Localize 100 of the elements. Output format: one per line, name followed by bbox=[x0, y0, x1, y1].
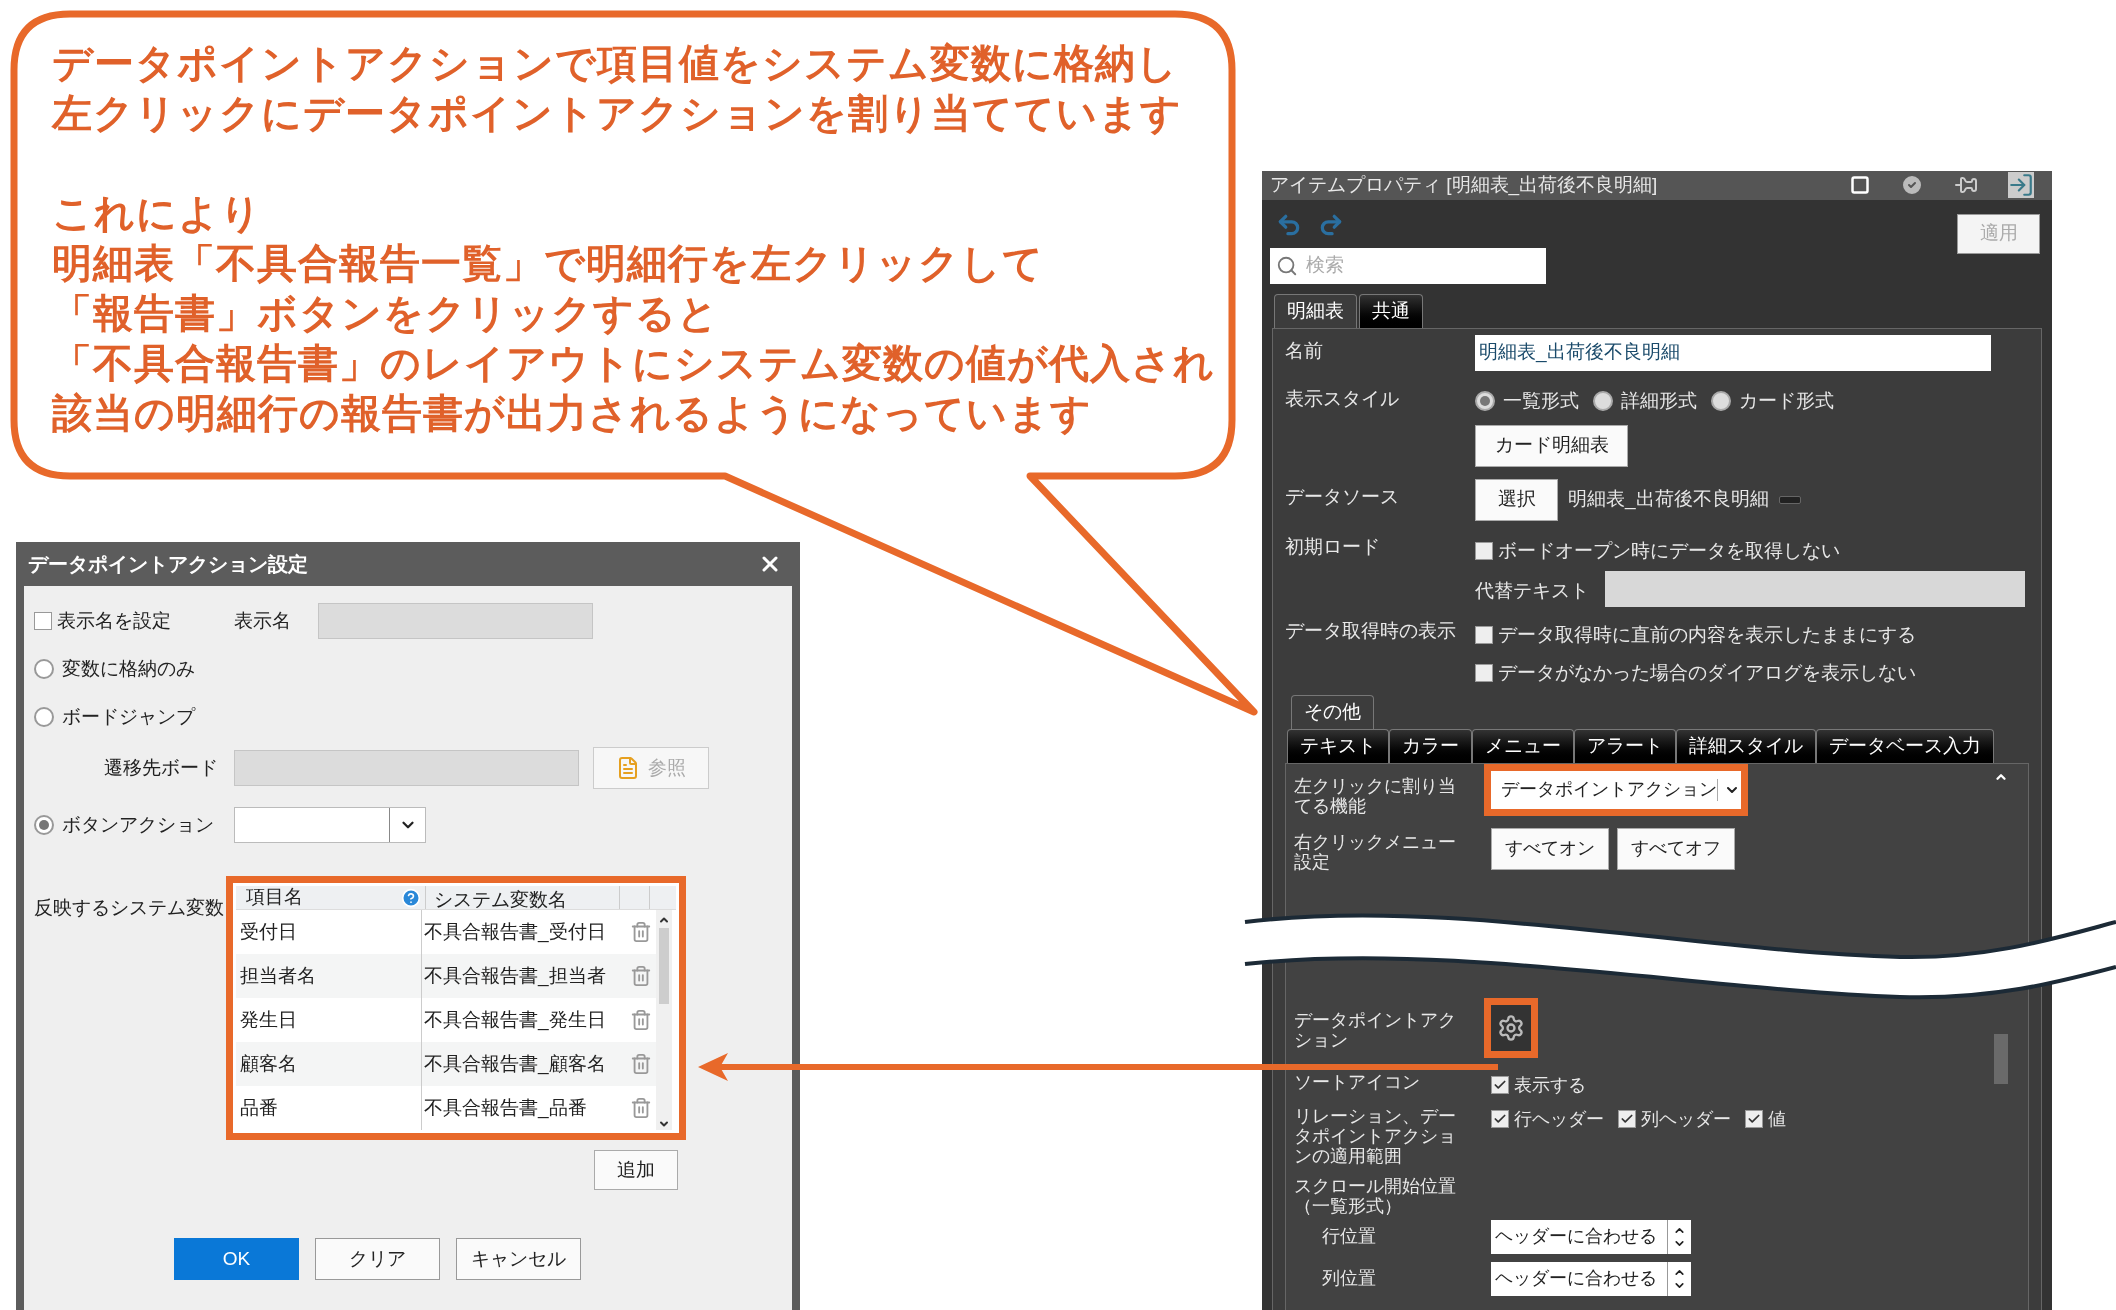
search-placeholder: 検索 bbox=[1306, 253, 1344, 278]
checkbox[interactable] bbox=[1475, 625, 1493, 644]
left-click-dropdown[interactable]: データポイントアクション bbox=[1491, 770, 1741, 809]
callout-text: これにより bbox=[52, 190, 263, 237]
tab[interactable]: データベース入力 bbox=[1816, 728, 1994, 763]
target-board-field[interactable] bbox=[234, 750, 579, 786]
datasource-name: 明細表_出荷後不良明細 bbox=[1568, 487, 1769, 512]
all-on-button[interactable]: すべてオン bbox=[1491, 827, 1609, 870]
position-spinner[interactable]: ヘッダーに合わせる bbox=[1491, 1261, 1691, 1296]
tab[interactable]: 共通 bbox=[1359, 293, 1423, 328]
checkbox-label: 表示する bbox=[1514, 1073, 1586, 1097]
table-cell-text: 不具合報告書_発生日 bbox=[423, 1007, 607, 1033]
check-icon bbox=[1493, 1112, 1507, 1126]
tab[interactable]: その他 bbox=[1291, 694, 1374, 729]
checkbox[interactable] bbox=[1745, 1110, 1763, 1128]
name-field[interactable]: 明細表_出荷後不良明細 bbox=[1475, 334, 1991, 371]
checkbox-label: 行ヘッダー bbox=[1514, 1107, 1604, 1131]
property-label: ソートアイコン bbox=[1294, 1071, 1421, 1092]
table-cell-text: 不具合報告書_品番 bbox=[423, 1095, 588, 1121]
callout-text: 該当の明細行の報告書が出力されるようになっています bbox=[52, 390, 1093, 437]
arrow-into-box-icon[interactable] bbox=[2008, 172, 2034, 199]
property-label: 行位置 bbox=[1321, 1225, 1377, 1246]
gear-button[interactable] bbox=[1491, 1004, 1531, 1051]
gear-icon bbox=[1497, 1013, 1525, 1042]
radio-button[interactable] bbox=[1593, 390, 1613, 411]
radio-label: 変数に格納のみ bbox=[62, 656, 195, 681]
dialog-title: データポイントアクション設定 bbox=[28, 552, 308, 577]
checkbox-label: 値 bbox=[1768, 1107, 1786, 1131]
trash-icon[interactable] bbox=[630, 1009, 652, 1031]
callout-text: 明細表「不具合報告一覧」で明細行を左クリックして bbox=[52, 240, 1045, 287]
checkbox[interactable] bbox=[1475, 664, 1493, 683]
radio-label: ボタンアクション bbox=[62, 812, 214, 837]
radio-label: ボードジャンプ bbox=[62, 704, 195, 729]
field-label: 遷移先ボード bbox=[103, 755, 219, 780]
callout-text: 「報告書」ボタンをクリックすると bbox=[52, 290, 720, 337]
radio-button[interactable] bbox=[1711, 390, 1731, 411]
property-label: 左クリックに割り当てる機能 bbox=[1294, 775, 1457, 816]
document-icon bbox=[616, 756, 640, 780]
callout-text: 「不具合報告書」のレイアウトにシステム変数の値が代入され bbox=[52, 340, 1215, 387]
tab[interactable]: 詳細スタイル bbox=[1676, 728, 1816, 763]
trash-icon[interactable] bbox=[630, 965, 652, 987]
position-spinner[interactable]: ヘッダーに合わせる bbox=[1491, 1219, 1691, 1254]
dialog-button[interactable]: キャンセル bbox=[456, 1238, 581, 1280]
property-label: 初期ロード bbox=[1285, 536, 1381, 557]
scrollbar-thumb[interactable] bbox=[1994, 1033, 2008, 1084]
checkbox-label: データがなかった場合のダイアログを表示しない bbox=[1498, 661, 1916, 685]
tab[interactable]: アラート bbox=[1574, 728, 1676, 763]
select-button[interactable]: 選択 bbox=[1475, 478, 1558, 521]
tab[interactable]: カラー bbox=[1389, 728, 1472, 763]
display-name-field[interactable] bbox=[318, 603, 593, 639]
tab[interactable]: 明細表 bbox=[1274, 293, 1357, 328]
checkbox[interactable] bbox=[1618, 1110, 1636, 1128]
dash-icon bbox=[1778, 495, 1801, 504]
scrollbar[interactable] bbox=[656, 910, 672, 1130]
table-cell: 品番 bbox=[236, 1086, 422, 1130]
callout-text: データポイントアクションで項目値をシステム変数に格納し bbox=[52, 40, 1179, 87]
maximize-icon[interactable] bbox=[1850, 175, 1870, 196]
column-header: システム変数名 bbox=[426, 886, 620, 909]
radio-button[interactable] bbox=[34, 659, 54, 679]
checkbox[interactable] bbox=[1475, 541, 1493, 560]
radio-button[interactable] bbox=[1475, 390, 1495, 411]
trash-icon[interactable] bbox=[630, 1097, 652, 1119]
radio-button[interactable] bbox=[34, 815, 54, 835]
radio-label: 一覧形式 bbox=[1503, 388, 1579, 413]
property-label: 表示スタイル bbox=[1285, 388, 1400, 409]
property-label: 列位置 bbox=[1321, 1267, 1377, 1288]
table-cell-text: 不具合報告書_顧客名 bbox=[423, 1051, 607, 1077]
checkbox-label: 列ヘッダー bbox=[1641, 1107, 1731, 1131]
callout-text: 左クリックにデータポイントアクションを割り当てています bbox=[52, 90, 1183, 137]
field-label: 反映するシステム変数 bbox=[34, 896, 225, 920]
checkbox-label: データ取得時に直前の内容を表示したままにする bbox=[1498, 622, 1916, 647]
table-cell-text: 不具合報告書_担当者 bbox=[423, 963, 607, 989]
property-label: リレーション、データポイントアクションの適用範囲 bbox=[1294, 1105, 1457, 1166]
scrollbar-thumb[interactable] bbox=[659, 928, 669, 1004]
radio-label: カード形式 bbox=[1739, 388, 1834, 413]
dialog-button[interactable]: クリア bbox=[315, 1238, 440, 1280]
checkbox-label: ボードオープン時にデータを取得しない bbox=[1498, 538, 1840, 563]
tab[interactable]: テキスト bbox=[1287, 728, 1389, 763]
radio-button[interactable] bbox=[34, 707, 54, 727]
checkbox[interactable] bbox=[1491, 1076, 1509, 1094]
trash-icon[interactable] bbox=[630, 1053, 652, 1075]
dialog-button[interactable]: OK bbox=[174, 1238, 299, 1280]
property-label: データポイントアクション bbox=[1294, 1009, 1457, 1050]
table-cell-text: 不具合報告書_受付日 bbox=[423, 919, 607, 945]
checkbox[interactable] bbox=[1491, 1110, 1509, 1128]
card-table-button[interactable]: カード明細表 bbox=[1475, 424, 1628, 467]
field-label: 表示名 bbox=[234, 608, 292, 633]
tab[interactable]: メニュー bbox=[1472, 728, 1574, 763]
field-label: 代替テキスト bbox=[1475, 579, 1590, 604]
trash-icon[interactable] bbox=[630, 921, 652, 943]
add-button[interactable]: 追加 bbox=[594, 1150, 678, 1190]
checkbox[interactable] bbox=[34, 612, 52, 630]
panel-title: アイテムプロパティ [明細表_出荷後不良明細] bbox=[1270, 173, 1658, 198]
check-icon bbox=[1747, 1112, 1761, 1126]
check-icon bbox=[1493, 1078, 1507, 1092]
radio-label: 詳細形式 bbox=[1621, 388, 1697, 413]
property-label: 名前 bbox=[1285, 340, 1324, 361]
alt-text-field[interactable] bbox=[1605, 570, 2025, 607]
help-icon[interactable] bbox=[401, 887, 421, 908]
all-off-button[interactable]: すべてオフ bbox=[1617, 827, 1735, 870]
